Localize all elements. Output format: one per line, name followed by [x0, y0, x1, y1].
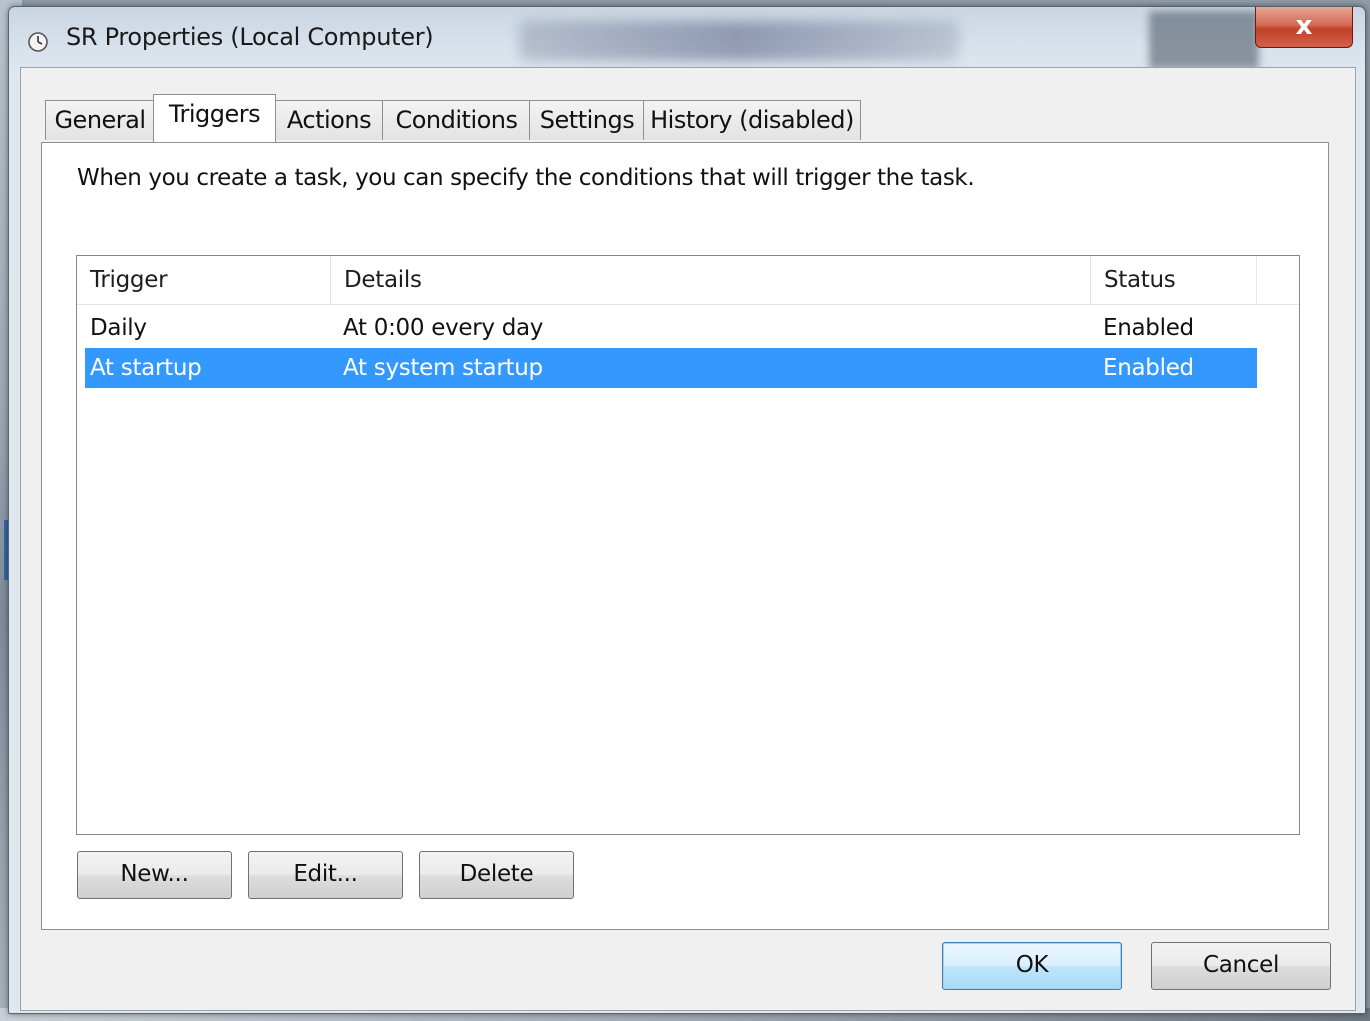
background-window-blur — [1149, 11, 1259, 69]
title-bar[interactable]: SR Properties (Local Computer) x — [9, 7, 1365, 69]
cancel-button[interactable]: Cancel — [1151, 942, 1331, 990]
ok-button[interactable]: OK — [942, 942, 1122, 990]
row-status: Enabled — [1103, 355, 1194, 381]
row-details: At system startup — [343, 355, 543, 381]
column-header-details[interactable]: Details — [331, 256, 1091, 304]
new-trigger-button[interactable]: New... — [77, 851, 232, 899]
edit-trigger-button[interactable]: Edit... — [248, 851, 403, 899]
tab-settings[interactable]: Settings — [529, 100, 645, 140]
triggers-description: When you create a task, you can specify … — [77, 165, 975, 191]
dialog-client-area: General Triggers Actions Conditions Sett… — [20, 67, 1356, 1011]
triggers-list[interactable]: Trigger Details Status Daily At 0:00 eve… — [76, 255, 1300, 835]
clock-icon — [28, 32, 48, 52]
table-row[interactable]: Daily At 0:00 every day Enabled — [85, 308, 1257, 348]
properties-dialog: SR Properties (Local Computer) x General… — [8, 6, 1366, 1014]
column-header-status[interactable]: Status — [1091, 256, 1257, 304]
background-window-title-blur — [519, 21, 959, 61]
close-button[interactable]: x — [1255, 7, 1353, 48]
triggers-list-header: Trigger Details Status — [77, 256, 1299, 305]
window-title: SR Properties (Local Computer) — [66, 23, 434, 51]
row-trigger: At startup — [90, 355, 202, 381]
table-row-selected[interactable]: At startup At system startup Enabled — [85, 348, 1257, 388]
row-status: Enabled — [1103, 315, 1194, 341]
column-header-trigger[interactable]: Trigger — [77, 256, 331, 304]
delete-trigger-button[interactable]: Delete — [419, 851, 574, 899]
triggers-tab-panel: When you create a task, you can specify … — [41, 142, 1329, 930]
tab-triggers[interactable]: Triggers — [153, 94, 276, 142]
tab-actions[interactable]: Actions — [274, 100, 384, 140]
tab-general[interactable]: General — [45, 100, 155, 140]
row-trigger: Daily — [90, 315, 147, 341]
row-details: At 0:00 every day — [343, 315, 544, 341]
tab-history[interactable]: History (disabled) — [643, 100, 861, 140]
tab-conditions[interactable]: Conditions — [382, 100, 531, 140]
